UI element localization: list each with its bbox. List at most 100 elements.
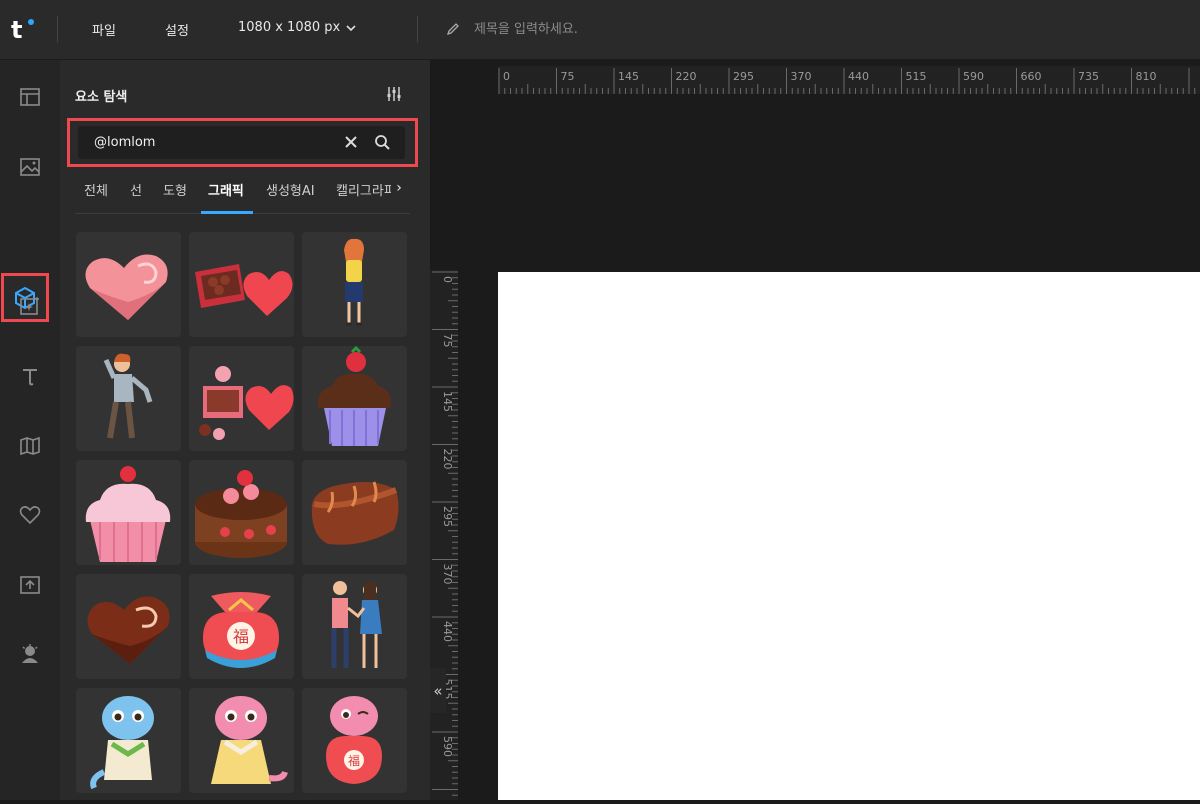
ruler-top-label: 145: [618, 70, 639, 83]
search-icon: [375, 135, 390, 150]
ruler-left-label: 440: [441, 621, 454, 642]
graphic-item[interactable]: [76, 688, 181, 793]
sidebar-item-upload[interactable]: [0, 563, 60, 607]
ruler-top-label: 735: [1078, 70, 1099, 83]
menu-settings[interactable]: 설정: [165, 20, 189, 39]
filter-button[interactable]: [386, 86, 402, 106]
lucky-pouch-graphic: 福: [203, 592, 279, 668]
couple-holding-hands-graphic: [331, 581, 382, 668]
graphic-item[interactable]: [76, 232, 181, 337]
pouch-character: 福: [348, 753, 360, 768]
graphic-item[interactable]: [76, 346, 181, 451]
chevron-right-icon: ›: [396, 180, 402, 196]
ruler-top: 0 75 145 220 295 370 440 515 590 660 735 810: [498, 66, 1200, 94]
tabs-scroll-right[interactable]: ›: [391, 180, 407, 200]
menu-file[interactable]: 파일: [92, 20, 116, 39]
tab-graphics[interactable]: 그래픽: [208, 180, 244, 199]
tab-generative-ai[interactable]: 생성형AI: [266, 180, 315, 199]
graphic-item[interactable]: [76, 460, 181, 565]
ruler-top-label: 515: [906, 70, 927, 83]
ruler-top-label: 810: [1136, 70, 1157, 83]
ruler-left-label: 0: [441, 276, 454, 283]
graphic-item[interactable]: [302, 232, 407, 337]
sliders-icon: [387, 87, 401, 101]
close-icon: [345, 136, 357, 148]
title-field[interactable]: [446, 18, 746, 40]
ruler-left-label: 220: [441, 449, 454, 470]
logo-dot: [28, 19, 34, 25]
divider: [417, 16, 418, 42]
chocolate-cake-graphic: [195, 470, 287, 558]
graphic-item[interactable]: [189, 346, 294, 451]
pink-snake-character-graphic: [211, 696, 288, 784]
title-input[interactable]: [474, 21, 714, 37]
ruler-top-label: 660: [1021, 70, 1042, 83]
ruler-top-label: 440: [848, 70, 869, 83]
ai-image-icon: [20, 297, 39, 315]
double-chevron-left-icon: «: [433, 681, 443, 700]
heart-chocolate-graphic: [87, 596, 170, 664]
pink-cupcake-graphic: [85, 466, 171, 562]
sidebar-item-ai[interactable]: [0, 284, 60, 328]
tab-all[interactable]: 전체: [84, 180, 108, 199]
search-button[interactable]: [374, 134, 390, 150]
ruler-top-label: 370: [791, 70, 812, 83]
graphic-item[interactable]: [189, 232, 294, 337]
graphic-item[interactable]: 福: [189, 574, 294, 679]
tab-lines[interactable]: 선: [130, 180, 142, 199]
artboard[interactable]: [498, 272, 1200, 800]
heart-gift-box-graphic: [195, 264, 293, 316]
chocolate-bonbon-graphic: [311, 481, 399, 545]
graphic-item[interactable]: 福: [302, 688, 407, 793]
pencil-icon: [446, 23, 459, 36]
sidebar-item-templates[interactable]: [0, 75, 60, 119]
canvas-size-label: 1080 x 1080 px: [238, 20, 341, 35]
app-logo[interactable]: t: [11, 17, 22, 43]
tab-calligraphy[interactable]: 캘리그라피: [336, 180, 394, 199]
graphic-item[interactable]: [302, 346, 407, 451]
sidebar-item-favorites[interactable]: [0, 493, 60, 537]
book-icon: [20, 436, 40, 456]
graphic-item[interactable]: [302, 460, 407, 565]
search-box: [78, 126, 405, 159]
sidebar-item-library[interactable]: [0, 424, 60, 468]
collapse-panel-button[interactable]: «: [430, 668, 446, 713]
pouch-character: 福: [233, 627, 249, 646]
ruler-left-label: 370: [441, 564, 454, 585]
element-browser-panel: 요소 탐색 전체 선 도형 그래픽 생성형AI 캘리그라피 ›: [60, 60, 430, 800]
canvas-size-select[interactable]: 1080 x 1080 px: [238, 20, 356, 35]
text-icon: [23, 369, 37, 386]
graphic-item[interactable]: [302, 574, 407, 679]
canvas-area: 0 75 145 220 295 370 440 515 590 660 735 810 0 75 145…: [430, 60, 1200, 800]
tab-shapes[interactable]: 도형: [163, 180, 187, 199]
ruler-top-label: 0: [503, 70, 510, 83]
sidebar-item-photos[interactable]: [0, 145, 60, 189]
template-icon: [20, 88, 40, 106]
ruler-left-label: 75: [441, 334, 454, 348]
sidebar-item-text[interactable]: [0, 354, 60, 398]
clear-search-button[interactable]: [343, 134, 359, 150]
sidebar-item-characters[interactable]: [0, 632, 60, 676]
ruler-top-label: 590: [963, 70, 984, 83]
image-icon: [20, 158, 40, 176]
search-input[interactable]: [78, 135, 318, 150]
graphic-item[interactable]: [189, 688, 294, 793]
graphics-grid: 福 福: [76, 232, 410, 802]
woman-standing-graphic: [344, 238, 364, 326]
top-bar: t 파일 설정 1080 x 1080 px: [0, 0, 1200, 60]
ruler-top-label: 220: [676, 70, 697, 83]
chevron-down-icon: [346, 24, 356, 31]
upload-icon: [20, 576, 40, 594]
panel-title: 요소 탐색: [75, 90, 128, 105]
ruler-left-label: 590: [441, 736, 454, 757]
character-icon: [22, 644, 38, 663]
heart-candy-graphic: [85, 254, 168, 320]
ruler-left-label: 295: [441, 506, 454, 527]
ruler-top-label: 75: [561, 70, 575, 83]
graphic-item[interactable]: [189, 460, 294, 565]
pink-snake-lucky-pouch-graphic: 福: [326, 696, 382, 784]
blue-snake-character-graphic: [90, 696, 154, 790]
left-rail: [0, 60, 60, 800]
graphic-item[interactable]: [76, 574, 181, 679]
man-waving-graphic: [103, 353, 153, 439]
